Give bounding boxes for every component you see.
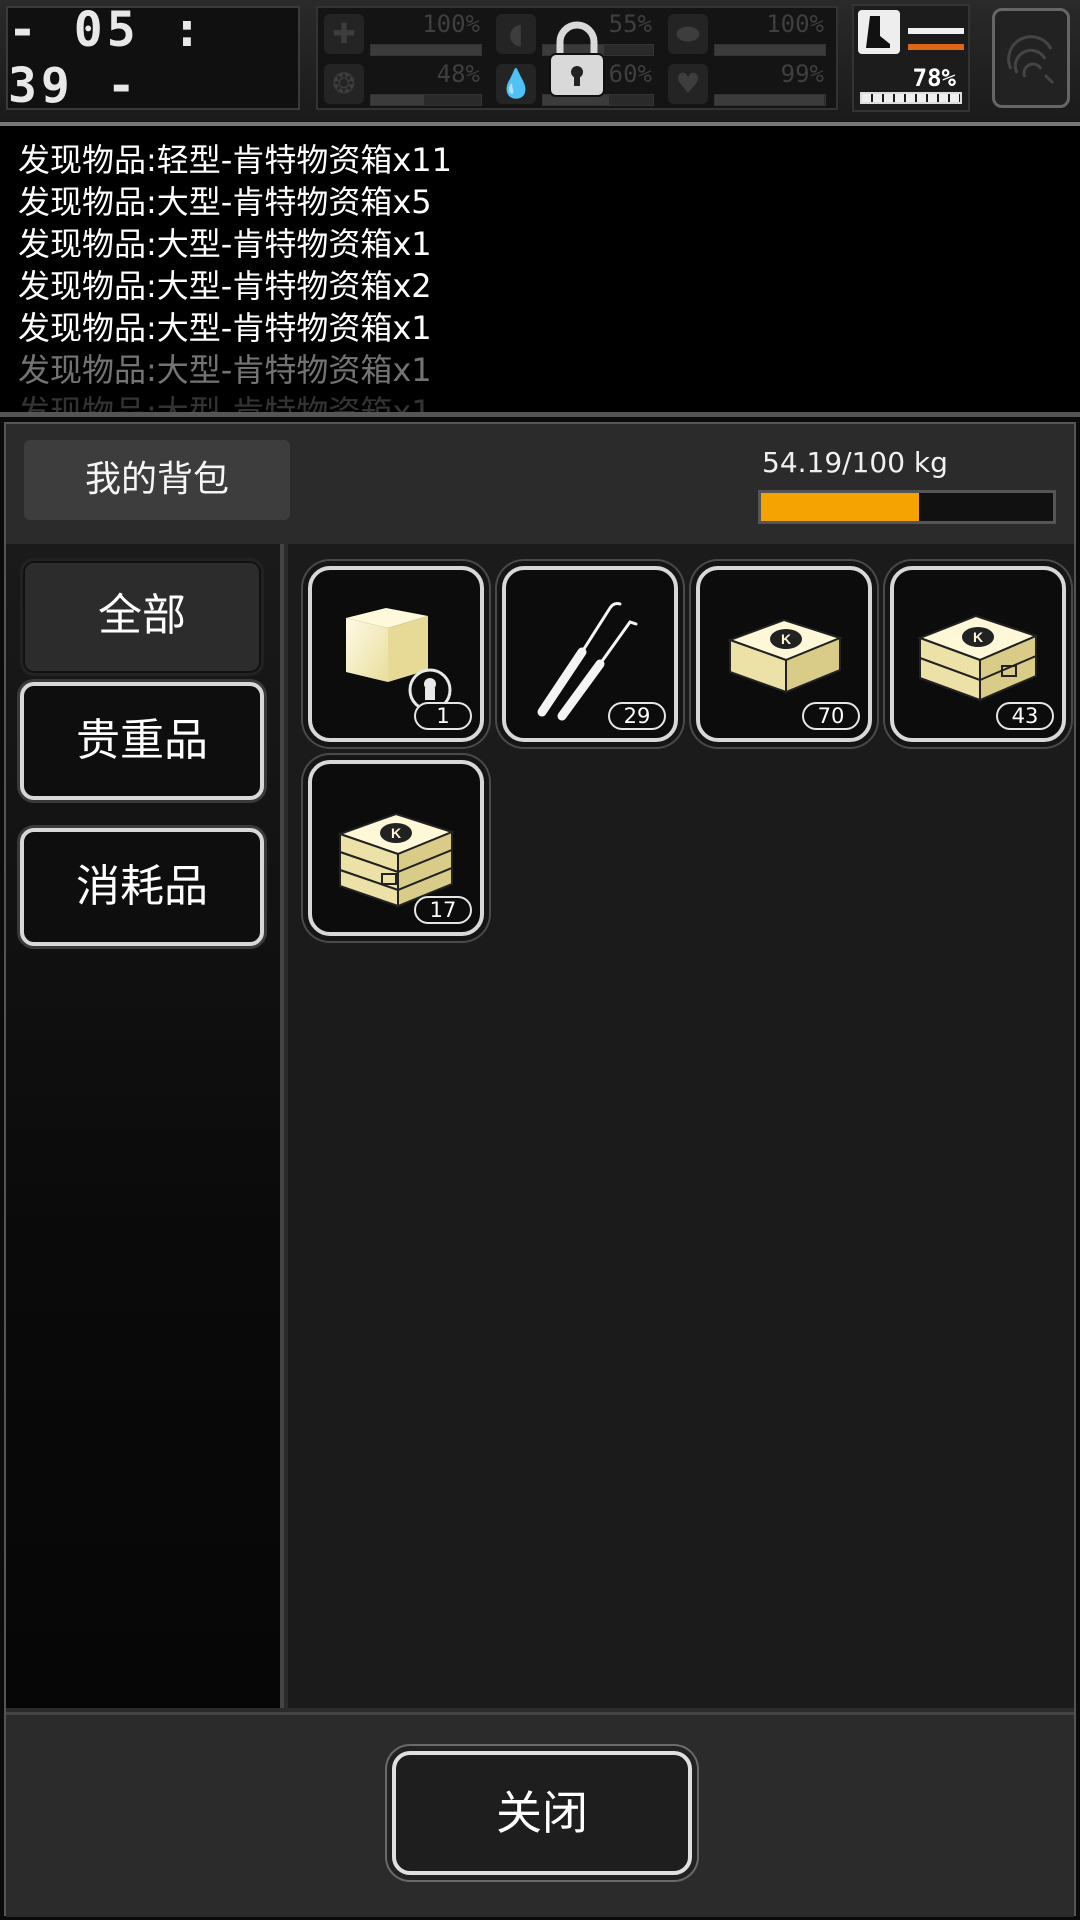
medkit-icon: ✚	[324, 14, 364, 54]
stat-heart: ♥ 99%	[666, 60, 836, 108]
svg-text:K: K	[391, 825, 401, 841]
log-line: 发现物品:大型-肯特物资箱x2	[18, 267, 432, 305]
brain-icon: ❂	[324, 64, 364, 104]
category-tab-consumables[interactable]: 消耗品	[20, 828, 264, 946]
padlock-icon	[549, 21, 605, 97]
vital-stats-panel: ✚ 100% ◖ 55% ⬬ 100% ❂ 48% 💧 60% ♥ 99%	[316, 6, 838, 110]
foot-icon	[858, 10, 900, 54]
fingerprint-icon	[1007, 35, 1055, 85]
stamina-panel: 78%	[852, 4, 970, 112]
item-count-badge: 1	[414, 702, 472, 730]
stat-sanity-value: 48%	[436, 60, 480, 88]
log-line: 发现物品:大型-肯特物资箱x1	[18, 225, 432, 263]
item-count-badge: 70	[802, 702, 860, 730]
item-count-badge: 17	[414, 896, 472, 924]
backpack-title: 我的背包	[24, 440, 290, 520]
log-line: 发现物品:大型-肯特物资箱x1	[18, 393, 432, 417]
stamina-value: 78%	[912, 64, 956, 92]
radar-button[interactable]	[992, 8, 1070, 108]
stamina-indicator-white	[908, 28, 964, 34]
stat-heart-bar	[714, 94, 826, 106]
inventory-slot[interactable]: K 43	[890, 566, 1066, 742]
log-line: 发现物品:大型-肯特物资箱x1	[18, 351, 432, 389]
inventory-slot[interactable]: K 70	[696, 566, 872, 742]
svg-text:K: K	[973, 629, 983, 645]
stat-medicine: ⬬ 100%	[666, 10, 836, 58]
log-line: 发现物品:轻型-肯特物资箱x11	[18, 141, 452, 179]
category-sidebar: 全部 贵重品 消耗品	[6, 544, 284, 1708]
item-count-badge: 29	[608, 702, 666, 730]
backpack-weight: 54.19/100 kg	[762, 446, 948, 479]
log-line: 发现物品:大型-肯特物资箱x1	[18, 309, 432, 347]
item-count-badge: 43	[996, 702, 1054, 730]
panel-footer: 关闭	[6, 1712, 1074, 1917]
countdown-timer: - 05 : 39 -	[6, 2, 300, 114]
stat-medicine-value: 100%	[766, 10, 824, 38]
stat-thirst-value: 60%	[608, 60, 652, 88]
close-button[interactable]: 关闭	[392, 1751, 692, 1875]
inventory-grid: 1 29 K 70 K 43 K 17	[288, 544, 1074, 1708]
stat-health: ✚ 100%	[322, 10, 492, 58]
category-tab-all[interactable]: 全部	[20, 558, 264, 676]
log-line: 发现物品:大型-肯特物资箱x5	[18, 183, 432, 221]
stat-hunger-value: 55%	[608, 10, 652, 38]
backpack-panel: 我的背包 54.19/100 kg 全部 贵重品 消耗品 1 29 K 70 K…	[4, 422, 1076, 1917]
pill-icon: ⬬	[668, 14, 708, 54]
stomach-icon: ◖	[496, 14, 536, 54]
stat-health-bar	[370, 44, 482, 56]
stat-heart-value: 99%	[780, 60, 824, 88]
weight-progress-bar	[758, 490, 1056, 524]
stamina-bar	[860, 92, 962, 104]
inventory-slot[interactable]: 1	[308, 566, 484, 742]
stat-sanity-bar	[370, 94, 482, 106]
status-hud: - 05 : 39 - ✚ 100% ◖ 55% ⬬ 100% ❂ 48% 💧 …	[0, 0, 1080, 126]
stat-health-value: 100%	[422, 10, 480, 38]
heart-icon: ♥	[668, 64, 708, 104]
stat-sanity: ❂ 48%	[322, 60, 492, 108]
category-tab-valuables[interactable]: 贵重品	[20, 682, 264, 800]
water-drop-icon: 💧	[496, 64, 536, 104]
inventory-slot[interactable]: 29	[502, 566, 678, 742]
inventory-slot[interactable]: K 17	[308, 760, 484, 936]
svg-text:K: K	[781, 631, 791, 647]
message-log: 发现物品:轻型-肯特物资箱x11 发现物品:大型-肯特物资箱x5 发现物品:大型…	[0, 126, 1080, 417]
stamina-indicator-orange	[908, 44, 964, 50]
stat-medicine-bar	[714, 44, 826, 56]
